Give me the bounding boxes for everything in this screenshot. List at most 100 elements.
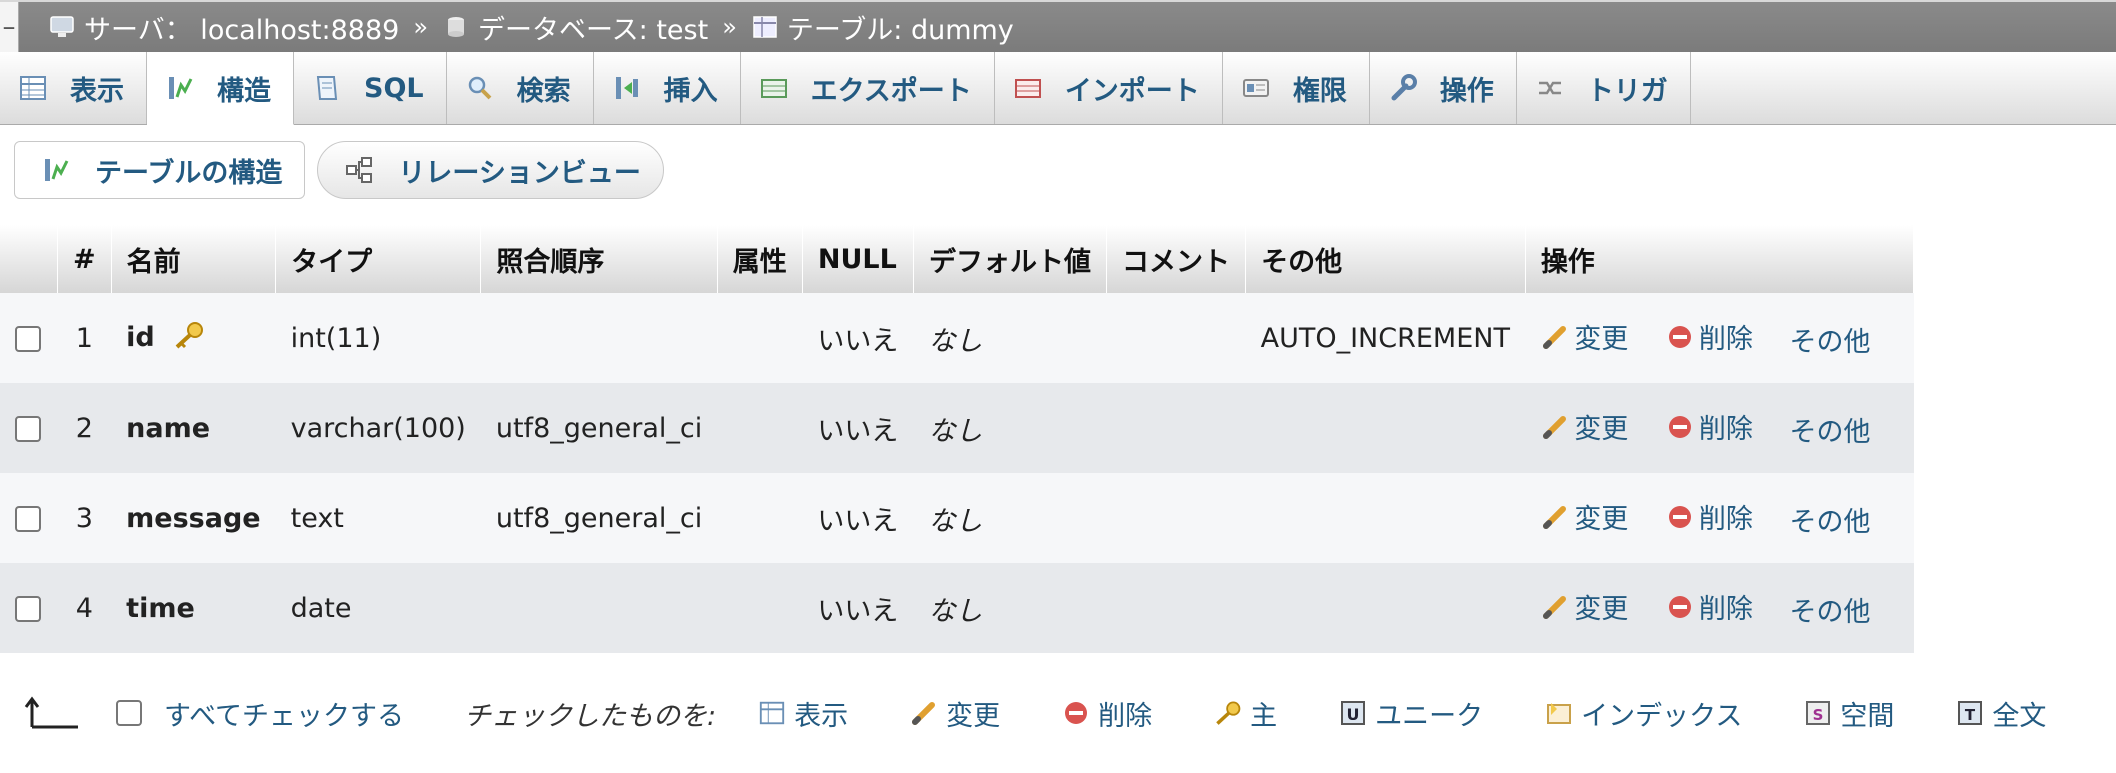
bulk-primary-button[interactable]: 主 [1212,694,1277,733]
row-extra: AUTO_INCREMENT [1260,322,1510,354]
row-extra [1246,563,1526,653]
bulk-spatial-button[interactable]: S 空間 [1802,694,1894,733]
bulk-change-button[interactable]: 変更 [908,694,1000,733]
tab-structure[interactable]: 構造 [147,52,294,125]
bulk-drop-button[interactable]: 削除 [1060,694,1152,733]
tab-operations-label: 操作 [1439,75,1494,107]
tab-triggers[interactable]: トリガ [1517,52,1691,124]
table-icon [751,14,779,40]
bulk-fulltext-button[interactable]: T 全文 [1954,694,2046,733]
primary-key-icon [172,320,206,357]
row-checkbox[interactable] [15,506,41,532]
more-button[interactable]: その他 [1790,320,1871,359]
search-icon [463,71,497,105]
drop-button[interactable]: 削除 [1665,317,1753,356]
with-selected-label: チェックしたものを: [464,700,717,732]
tab-sql[interactable]: SQL [294,52,447,124]
main-tabs: 表示 構造 SQL 検索 挿入 エクスポート インポート 権限 操作 トリガ [0,52,2116,125]
header-extra[interactable]: その他 [1245,225,1526,293]
bulk-index-button[interactable]: インデックス [1543,694,1742,733]
bulk-spatial-label: 空間 [1840,700,1895,732]
change-label: 変更 [1574,414,1629,446]
export-icon [757,71,791,105]
row-comment [1106,473,1245,563]
tab-insert[interactable]: 挿入 [594,52,741,124]
more-label: その他 [1789,506,1871,538]
tab-browse-label: 表示 [70,75,124,107]
breadcrumb-server-label: サーバ： localhost:8889 [84,14,400,46]
more-button[interactable]: その他 [1790,590,1871,629]
breadcrumb-server[interactable]: サーバ： localhost:8889 [48,8,399,47]
tab-operations[interactable]: 操作 [1370,52,1517,124]
bulk-change-label: 変更 [946,700,1001,732]
row-attributes [717,473,802,563]
breadcrumb-table[interactable]: テーブル: dummy [751,8,1014,47]
table-row: 1 id int(11) いいえ なし AUTO_INCREMENT 変更 削除… [0,293,1914,383]
change-button[interactable]: 変更 [1540,407,1628,446]
change-label: 変更 [1574,504,1629,536]
subtab-table-structure[interactable]: テーブルの構造 [14,141,306,199]
header-comment[interactable]: コメント [1106,225,1247,293]
row-num: 3 [75,502,93,534]
row-null: いいえ [817,595,899,627]
tab-browse[interactable]: 表示 [0,52,147,124]
check-all-checkbox[interactable] [116,700,142,726]
row-checkbox[interactable] [15,326,41,352]
more-button[interactable]: その他 [1790,410,1871,449]
row-extra [1246,473,1526,563]
drop-button[interactable]: 削除 [1665,497,1753,536]
subtab-relation-view[interactable]: リレーションビュー [317,141,664,199]
tab-import[interactable]: インポート [995,52,1223,124]
row-checkbox[interactable] [15,596,41,622]
row-name: message [126,502,261,534]
wrench-icon [1386,71,1420,105]
bulk-drop-label: 削除 [1098,700,1153,732]
drop-button[interactable]: 削除 [1665,407,1753,446]
breadcrumb-database[interactable]: データベース: test [442,8,708,47]
tab-search[interactable]: 検索 [447,52,594,124]
bulk-primary-label: 主 [1250,700,1278,732]
pencil-icon [1540,502,1570,532]
more-label: その他 [1789,326,1871,358]
header-num[interactable]: # [57,225,112,293]
header-null[interactable]: NULL [802,225,914,293]
change-button[interactable]: 変更 [1540,587,1628,626]
header-name[interactable]: 名前 [111,225,277,293]
row-default: なし [928,415,983,447]
header-type[interactable]: タイプ [275,225,482,293]
more-label: その他 [1789,416,1871,448]
drop-button[interactable]: 削除 [1665,587,1753,626]
row-name: time [126,592,195,624]
row-comment [1106,383,1245,473]
row-attributes [717,383,802,473]
header-attributes[interactable]: 属性 [717,225,803,293]
row-collation [481,563,717,653]
row-collation [481,293,717,383]
breadcrumb-separator: » [413,13,429,41]
tab-privileges-label: 権限 [1292,75,1347,107]
collapse-toggle[interactable]: – [0,2,19,52]
check-all-label: すべてチェックする [164,700,405,732]
drop-label: 削除 [1698,324,1753,356]
drop-label: 削除 [1698,414,1753,446]
header-select [0,225,59,293]
header-default[interactable]: デフォルト値 [913,225,1107,293]
header-collation[interactable]: 照合順序 [480,225,718,293]
row-default: なし [928,595,983,627]
bulk-browse-button[interactable]: 表示 [756,694,848,733]
tab-export[interactable]: エクスポート [741,52,995,124]
change-button[interactable]: 変更 [1540,497,1628,536]
row-collation: utf8_general_ci [495,412,703,444]
bulk-fulltext-label: 全文 [1992,700,2047,732]
change-button[interactable]: 変更 [1540,317,1628,356]
tab-privileges[interactable]: 権限 [1223,52,1370,124]
tab-sql-label: SQL [364,72,424,104]
insert-icon [610,71,644,105]
row-comment [1106,293,1245,383]
breadcrumb-table-label: テーブル: dummy [786,14,1014,46]
bulk-unique-button[interactable]: U ユニーク [1337,694,1483,733]
svg-text:T: T [1965,706,1976,724]
check-all[interactable]: すべてチェックする [116,694,404,733]
more-button[interactable]: その他 [1790,500,1871,539]
row-checkbox[interactable] [15,416,41,442]
